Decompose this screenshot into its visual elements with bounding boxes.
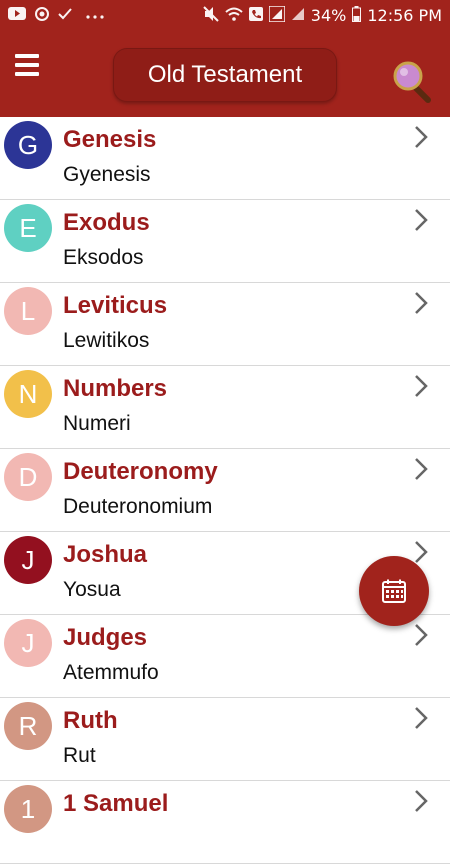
book-name: 1 Samuel (63, 790, 169, 817)
book-row[interactable]: G Genesis Gyenesis (0, 117, 450, 200)
book-name: Joshua (63, 541, 148, 568)
book-name: Deuteronomy (63, 458, 218, 485)
chevron-right-icon (415, 790, 428, 812)
chevron-right-icon (415, 707, 428, 729)
call-icon (248, 6, 263, 24)
book-row[interactable]: N Numbers Numeri (0, 366, 450, 449)
book-avatar: G (4, 121, 52, 169)
book-name: Judges (63, 624, 148, 651)
page-title[interactable]: Old Testament (113, 48, 337, 102)
calendar-fab-button[interactable] (359, 556, 429, 626)
book-avatar: E (4, 204, 52, 252)
sync-icon (34, 6, 50, 25)
chevron-right-icon (415, 624, 428, 646)
app-bar: Old Testament (0, 30, 450, 117)
chevron-right-icon (415, 292, 428, 314)
mute-icon (203, 5, 219, 25)
book-alt-name: Deuteronomium (63, 495, 213, 518)
signal-icon (268, 4, 286, 25)
book-avatar: L (4, 287, 52, 335)
book-alt-name: Atemmufo (63, 661, 159, 684)
book-avatar: J (4, 536, 52, 584)
book-alt-name: Gyenesis (63, 163, 151, 186)
calendar-icon (382, 579, 406, 603)
book-row[interactable]: D Deuteronomy Deuteronomium (0, 449, 450, 532)
battery-percent: 34% (310, 5, 347, 25)
book-row[interactable]: R Ruth Rut (0, 698, 450, 781)
book-alt-name: Yosua (63, 578, 121, 601)
status-time: 12:56 PM (367, 5, 442, 25)
book-alt-name: Eksodos (63, 246, 144, 269)
chevron-right-icon (415, 126, 428, 148)
book-avatar: R (4, 702, 52, 750)
book-row[interactable]: 1 1 Samuel (0, 781, 450, 864)
book-avatar: 1 (4, 785, 52, 833)
book-alt-name: Lewitikos (63, 329, 150, 352)
book-avatar: N (4, 370, 52, 418)
chevron-right-icon (415, 375, 428, 397)
book-alt-name: Rut (63, 744, 96, 767)
book-row[interactable]: L Leviticus Lewitikos (0, 283, 450, 366)
hamburger-menu-icon[interactable] (15, 54, 39, 76)
book-name: Leviticus (63, 292, 168, 319)
more-dots-icon (86, 9, 104, 22)
chevron-right-icon (415, 458, 428, 480)
chevron-right-icon (415, 541, 428, 563)
chevron-right-icon (415, 209, 428, 231)
book-name: Genesis (63, 126, 157, 153)
book-list: G Genesis Gyenesis E Exodus Eksodos L Leviticus… (0, 117, 450, 864)
book-alt-name: Numeri (63, 412, 131, 435)
book-name: Exodus (63, 209, 150, 236)
signal-strength-icon (291, 7, 305, 24)
book-avatar: D (4, 453, 52, 501)
battery-icon (352, 5, 362, 25)
magnifier-search-icon[interactable] (392, 60, 432, 104)
book-name: Ruth (63, 707, 118, 734)
wifi-icon (225, 7, 243, 24)
book-row[interactable]: J Judges Atemmufo (0, 615, 450, 698)
status-bar: 34% 12:56 PM (0, 0, 450, 30)
book-avatar: J (4, 619, 52, 667)
youtube-icon (8, 7, 26, 23)
book-name: Numbers (63, 375, 168, 402)
book-row[interactable]: E Exodus Eksodos (0, 200, 450, 283)
check-icon (58, 7, 72, 23)
